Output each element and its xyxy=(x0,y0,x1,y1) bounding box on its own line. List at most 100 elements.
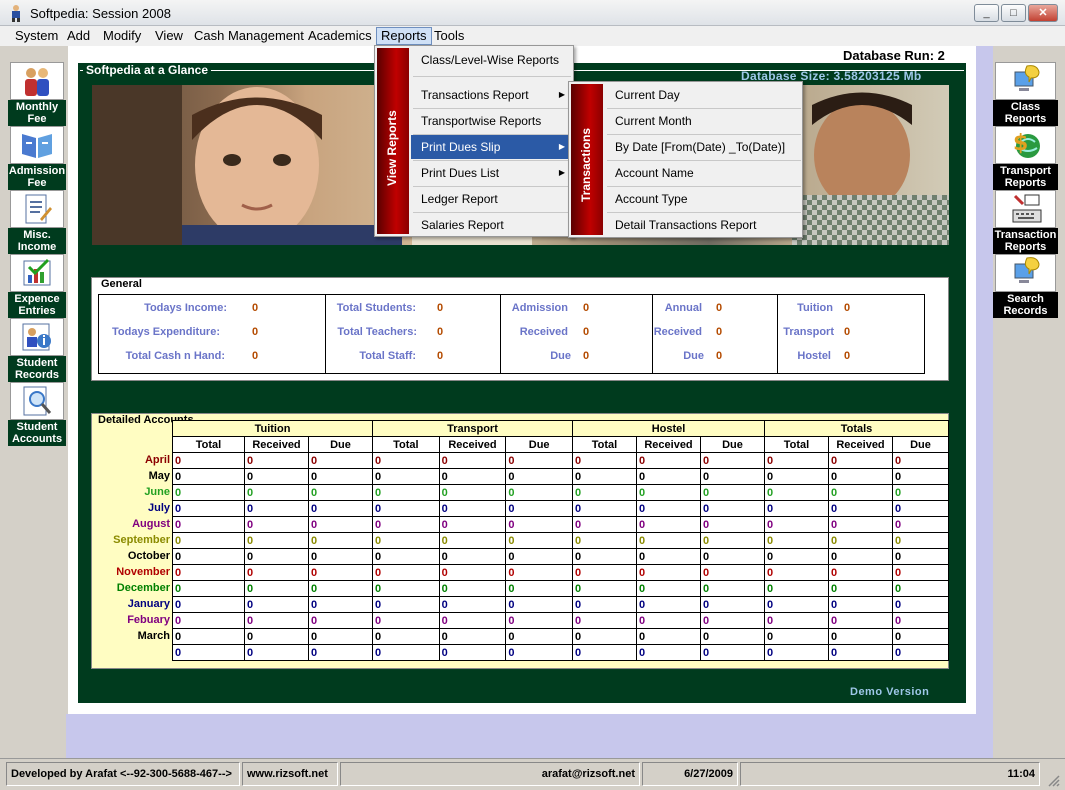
transport-value: 0 xyxy=(844,326,851,338)
menu-account-type[interactable]: Account Type xyxy=(605,186,801,212)
app-icon xyxy=(12,5,20,22)
menu-modify[interactable]: Modify xyxy=(99,28,145,44)
table-cell: 0 xyxy=(892,532,949,549)
table-cell: 0 xyxy=(828,532,893,549)
subheader-row: Total Received Due Total Received Due Total Rec… xyxy=(172,436,949,453)
table-cell: 0 xyxy=(438,484,507,501)
table-cell: 0 xyxy=(636,532,701,549)
table-cell: 0 xyxy=(700,452,765,469)
annual-due-value: 0 xyxy=(716,350,723,362)
table-cell: 0 xyxy=(172,612,245,629)
transport-reports-button[interactable]: $ Transport Reports xyxy=(993,126,1058,190)
table-cell: 0 xyxy=(700,548,765,565)
subheader-received: Received xyxy=(636,436,701,453)
table-cell: 0 xyxy=(438,516,507,533)
student-records-button[interactable]: Student Records xyxy=(8,318,66,382)
table-cell: 0 xyxy=(828,596,893,613)
menu-system[interactable]: System xyxy=(11,28,62,44)
transaction-reports-label: Transaction Reports xyxy=(993,228,1058,254)
menu-detail-transactions-report[interactable]: Detail Transactions Report xyxy=(605,212,801,238)
misc-income-button[interactable]: Misc. Income xyxy=(8,190,66,254)
menu-ledger-report[interactable]: Ledger Report xyxy=(411,187,571,211)
menu-print-dues-slip[interactable]: Print Dues Slip ▶ xyxy=(411,135,571,159)
table-cell: 0 xyxy=(892,452,949,469)
menu-salaries-report[interactable]: Salaries Report xyxy=(411,213,571,237)
table-cell: 0 xyxy=(244,468,309,485)
submenu-arrow-icon: ▶ xyxy=(558,168,565,177)
menu-current-day[interactable]: Current Day xyxy=(605,82,801,108)
menu-print-dues-list-label: Print Dues List xyxy=(421,166,500,180)
status-developer: Developed by Arafat <--92-300-5688-467--… xyxy=(6,762,240,786)
table-cell: 0 xyxy=(505,644,573,661)
table-cell: 0 xyxy=(438,500,507,517)
transaction-reports-button[interactable]: Transaction Reports xyxy=(993,190,1058,254)
monthly-fee-button[interactable]: Monthly Fee xyxy=(8,62,66,126)
tuition-label: Tuition xyxy=(797,302,833,314)
misc-income-label: Misc. Income xyxy=(8,228,66,254)
general-summary: General Todays Income: 0 Todays Expendit… xyxy=(91,277,949,381)
total-students-label: Total Students: xyxy=(336,302,416,314)
close-button[interactable]: ✕ xyxy=(1028,4,1058,22)
table-cell: 0 xyxy=(892,564,949,581)
table-cell: 0 xyxy=(372,644,440,661)
todays-expenditure-value: 0 xyxy=(252,326,259,338)
reports-dropdown: View Reports Class/Level-Wise Reports Tr… xyxy=(374,45,574,237)
resize-grip-icon[interactable] xyxy=(1046,773,1060,787)
expence-entries-button[interactable]: Expence Entries xyxy=(8,254,66,318)
month-label: May xyxy=(148,470,170,482)
menu-academics[interactable]: Academics xyxy=(304,28,376,44)
menu-cash-management[interactable]: Cash Management xyxy=(190,28,308,44)
table-cell: 0 xyxy=(172,468,245,485)
submenu-arrow-icon: ▶ xyxy=(558,142,565,151)
table-cell: 0 xyxy=(828,628,893,645)
menu-by-date[interactable]: By Date [From(Date) _To(Date)] xyxy=(605,134,801,160)
table-cell: 0 xyxy=(308,596,373,613)
menu-view[interactable]: View xyxy=(151,28,187,44)
maximize-button[interactable]: □ xyxy=(1001,4,1026,22)
table-cell: 0 xyxy=(372,564,440,581)
view-reports-banner: View Reports xyxy=(377,48,409,234)
menu-print-dues-list[interactable]: Print Dues List ▶ xyxy=(411,161,571,185)
table-cell: 0 xyxy=(172,564,245,581)
month-label: October xyxy=(127,550,170,562)
table-cell: 0 xyxy=(636,628,701,645)
student-accounts-button[interactable]: Student Accounts xyxy=(8,382,66,446)
table-cell: 0 xyxy=(636,644,701,661)
menu-reports[interactable]: Reports xyxy=(376,27,432,45)
menu-tools[interactable]: Tools xyxy=(430,28,468,44)
table-cell: 0 xyxy=(244,564,309,581)
search-records-button[interactable]: Search Records xyxy=(993,254,1058,318)
table-row: 000000000000 xyxy=(172,500,949,517)
table-cell: 0 xyxy=(892,596,949,613)
admission-fee-label: Admission Fee xyxy=(8,164,66,190)
view-reports-label: View Reports xyxy=(385,110,399,186)
annual-value: 0 xyxy=(716,302,723,314)
table-cell: 0 xyxy=(308,548,373,565)
cash-in-hand-value: 0 xyxy=(252,350,259,362)
menu-transactions-report[interactable]: Transactions Report ▶ xyxy=(411,83,571,107)
table-cell: 0 xyxy=(700,500,765,517)
background-area xyxy=(976,46,993,758)
table-cell: 0 xyxy=(438,580,507,597)
table-cell: 0 xyxy=(636,516,701,533)
table-cell: 0 xyxy=(892,580,949,597)
admission-fee-button[interactable]: Admission Fee xyxy=(8,126,66,190)
menu-account-name[interactable]: Account Name xyxy=(605,160,801,186)
table-cell: 0 xyxy=(244,596,309,613)
menu-transportwise-reports[interactable]: Transportwise Reports xyxy=(411,109,571,133)
menu-add[interactable]: Add xyxy=(63,28,94,44)
table-cell: 0 xyxy=(764,500,829,517)
minimize-button[interactable]: _ xyxy=(974,4,999,22)
month-label: August xyxy=(132,518,170,530)
subheader-due: Due xyxy=(505,436,573,453)
table-cell: 0 xyxy=(172,452,245,469)
table-cell: 0 xyxy=(892,612,949,629)
month-label: Febuary xyxy=(127,614,170,626)
menu-current-month[interactable]: Current Month xyxy=(605,108,801,134)
month-label: June xyxy=(144,486,170,498)
menu-class-level-wise-reports[interactable]: Class/Level-Wise Reports xyxy=(411,48,571,72)
title-bar: Softpedia: Session 2008 _ □ ✕ xyxy=(0,0,1065,26)
table-cell: 0 xyxy=(372,548,440,565)
class-reports-button[interactable]: Class Reports xyxy=(993,62,1058,126)
table-cell: 0 xyxy=(505,452,573,469)
